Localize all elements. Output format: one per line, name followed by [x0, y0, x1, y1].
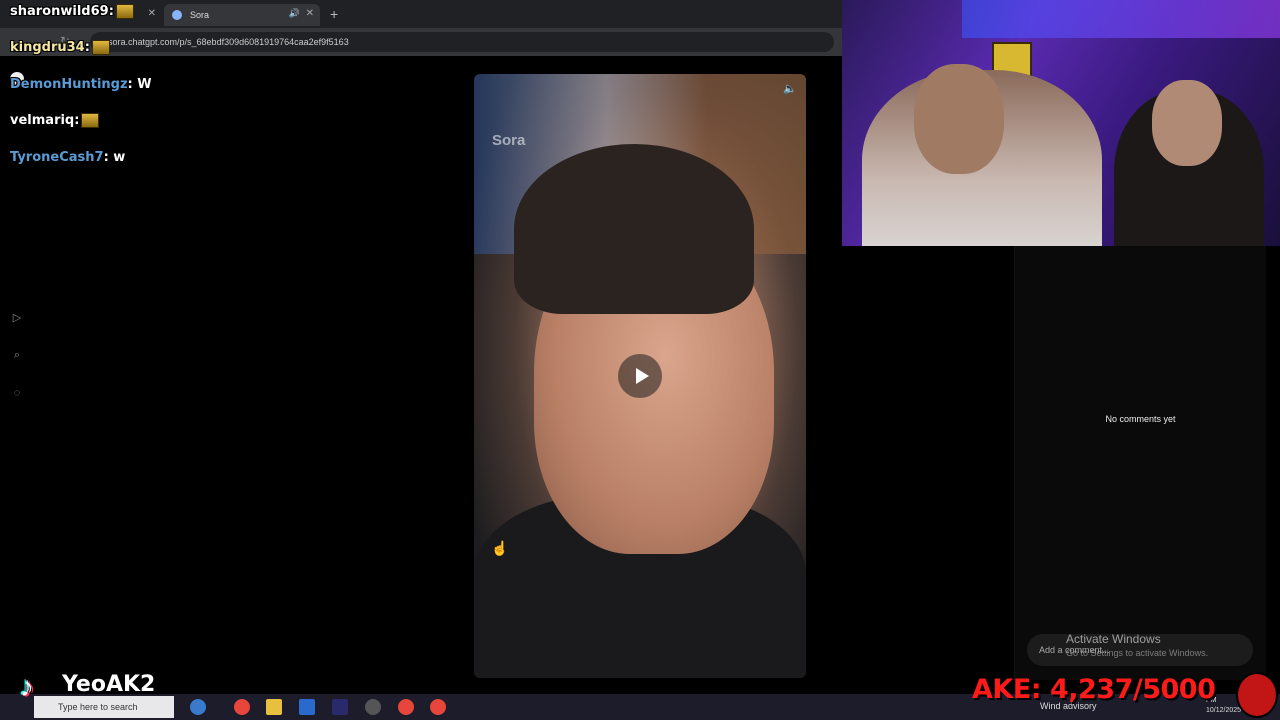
mute-toggle-icon[interactable]: 🔈: [782, 82, 798, 98]
bell-icon[interactable]: ◌: [10, 386, 24, 400]
video-subject-hair: [514, 144, 754, 314]
speaker-icon[interactable]: 🔊: [289, 8, 300, 19]
after-effects-icon[interactable]: [332, 699, 348, 715]
chat-username: TyroneCash7: [10, 150, 104, 165]
browser-tab-sora[interactable]: Sora 🔊 ✕: [164, 4, 320, 26]
sora-watermark: Sora: [492, 132, 526, 149]
sora-favicon-icon: [172, 10, 182, 20]
address-bar[interactable]: sora.chatgpt.com/p/s_68ebdf309d608191976…: [90, 32, 834, 52]
chat-message: DemonHuntingz: W: [10, 77, 152, 92]
activate-windows-title: Activate Windows: [1066, 632, 1161, 646]
chat-message: velmariq:: [10, 113, 100, 128]
search-icon[interactable]: ⌕: [10, 348, 24, 362]
chat-username: velmariq: [10, 113, 75, 128]
close-tab-icon[interactable]: ✕: [306, 8, 314, 19]
app-icon[interactable]: [365, 699, 381, 715]
chat-username: sharonwild69: [10, 4, 109, 19]
tiktok-username: YeoAK2: [62, 672, 156, 697]
chrome-icon-active[interactable]: [398, 699, 414, 715]
play-circle-icon[interactable]: ▷: [10, 311, 24, 325]
streamer-head: [914, 64, 1004, 174]
led-lights: [962, 0, 1280, 38]
chat-text: : w: [103, 150, 126, 165]
webcam-feed: [842, 0, 1280, 246]
emote-icon: [81, 113, 100, 128]
taskbar-search[interactable]: Type here to search: [34, 696, 174, 718]
chrome-icon[interactable]: [430, 699, 446, 715]
chat-message: kingdru34:: [10, 40, 110, 55]
no-comments-text: No comments yet: [1105, 414, 1176, 424]
clock-date: 10/12/2025: [1206, 707, 1242, 714]
chat-username: DemonHuntingz: [10, 77, 128, 92]
chat-message: TyroneCash7: w: [10, 150, 125, 165]
new-tab-button[interactable]: +: [330, 6, 338, 22]
browser-toolbar: ← → ↻ sora.chatgpt.com/p/s_68ebdf309d608…: [0, 28, 842, 56]
play-button[interactable]: [618, 354, 662, 398]
chat-message: sharonwild69:: [10, 4, 134, 19]
taskbar-search-placeholder: Type here to search: [58, 702, 138, 712]
comments-panel: No comments yet Add a comment...: [1014, 246, 1266, 680]
close-tab-icon[interactable]: ✕: [148, 8, 156, 19]
activate-windows-subtitle: Go to Settings to activate Windows.: [1066, 648, 1209, 658]
like-goal-counter: AKE: 4,237/5000: [972, 674, 1216, 705]
tiktok-logo-icon: ♪: [20, 671, 34, 702]
chat-text: :: [108, 4, 114, 19]
video-player[interactable]: Sora 🔈: [474, 74, 806, 678]
store-icon[interactable]: [299, 699, 315, 715]
chat-username: kingdru34: [10, 40, 85, 55]
chat-text: :: [74, 113, 80, 128]
guest-head: [1152, 80, 1222, 166]
eagle-emblem-icon: [1236, 672, 1278, 718]
chat-text: : W: [127, 77, 152, 92]
emote-icon: [115, 4, 134, 19]
folder-icon[interactable]: [266, 699, 282, 715]
emote-icon: [91, 40, 110, 55]
url-text: sora.chatgpt.com/p/s_68ebdf309d608191976…: [108, 37, 349, 47]
tab-title: Sora: [190, 10, 210, 20]
mouse-cursor-icon: ☝: [491, 540, 509, 556]
chat-text: :: [84, 40, 90, 55]
chrome-icon[interactable]: [234, 699, 250, 715]
earth-icon[interactable]: [190, 699, 206, 715]
